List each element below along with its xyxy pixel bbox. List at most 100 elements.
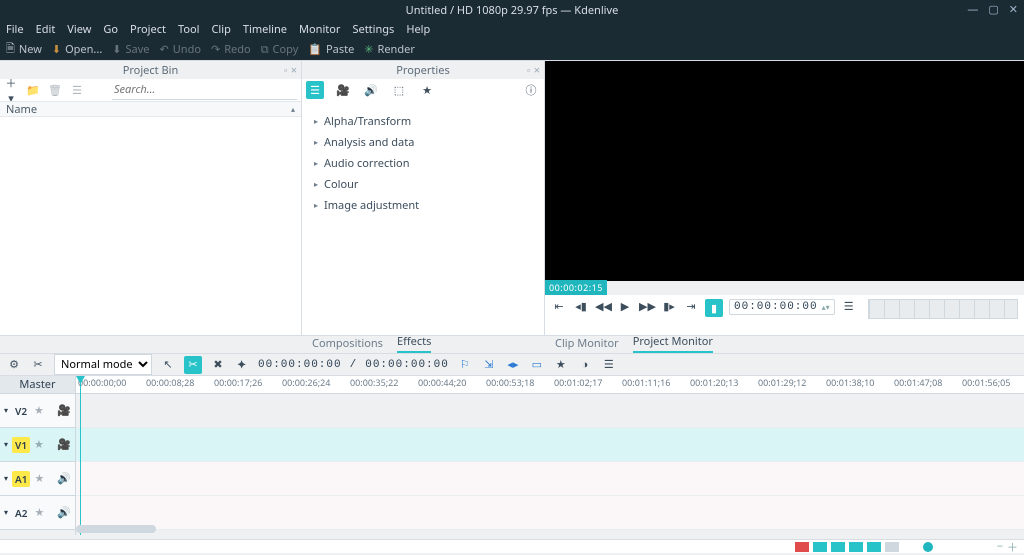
effects-main-button[interactable]: ☰ [306, 81, 324, 99]
effects-cat[interactable]: Colour [312, 174, 534, 195]
mon-step-back-icon[interactable]: ◂▮ [573, 299, 589, 314]
audio-effects-icon[interactable]: 🔊 [362, 81, 380, 99]
effects-tree[interactable]: Alpha/Transform Analysis and data Audio … [302, 101, 544, 335]
minimize-icon[interactable]: — [967, 2, 978, 17]
panel-close-icon[interactable]: × [534, 63, 540, 78]
status-chip[interactable] [831, 542, 845, 552]
spacer-tool-icon[interactable]: ✖ [210, 357, 226, 372]
save-button[interactable]: ⬇Save [112, 42, 149, 57]
menu-settings[interactable]: Settings [352, 22, 394, 37]
collapse-icon[interactable]: ▾ [4, 439, 8, 450]
close-icon[interactable]: ✕ [1009, 2, 1018, 17]
undo-button[interactable]: ↶Undo [160, 42, 201, 57]
menu-monitor[interactable]: Monitor [299, 22, 340, 37]
menu-go[interactable]: Go [103, 22, 118, 37]
sort-icon[interactable]: ▴ [291, 104, 295, 115]
undock-icon[interactable]: ◦ [284, 63, 288, 78]
favorite-effects-icon[interactable]: ★ [418, 81, 436, 99]
timeline-ruler[interactable]: 00:00:00;00 00:00:08;28 00:00:17;26 00:0… [76, 376, 1024, 394]
timeline-settings-icon[interactable]: ⚙ [6, 357, 22, 372]
status-chip-record[interactable] [795, 542, 809, 552]
collapse-icon[interactable]: ▾ [4, 405, 8, 416]
master-track-header[interactable]: Master [0, 376, 75, 394]
status-chip[interactable] [867, 542, 881, 552]
insert-icon[interactable]: ◂▸ [505, 357, 521, 372]
effects-cat[interactable]: Alpha/Transform [312, 111, 534, 132]
effects-cat[interactable]: Analysis and data [312, 132, 534, 153]
mon-end-icon[interactable]: ⇥ [683, 299, 699, 314]
zoom-in-icon[interactable]: ＋ [1007, 539, 1018, 555]
razor-tool-button[interactable]: ✂ [184, 356, 202, 374]
effects-cat[interactable]: Audio correction [312, 153, 534, 174]
render-button[interactable]: ✳Render [364, 42, 415, 57]
add-folder-button[interactable]: 📁 [26, 83, 40, 98]
list-icon[interactable]: ☰ [601, 357, 617, 372]
tab-project-monitor[interactable]: Project Monitor [633, 334, 713, 353]
bin-column-name[interactable]: Name [6, 102, 37, 117]
menu-file[interactable]: File [6, 22, 24, 37]
track-row-a1[interactable] [76, 462, 1024, 496]
fit-zoom-icon[interactable]: ⯌ [234, 357, 250, 372]
monitor-viewport[interactable]: 00:00:02:15 [545, 61, 1024, 281]
bin-search-input[interactable] [112, 80, 297, 100]
collapse-icon[interactable]: ▾ [4, 507, 8, 518]
maximize-icon[interactable]: ▢ [988, 2, 998, 17]
menu-timeline[interactable]: Timeline [243, 22, 287, 37]
new-button[interactable]: 🗎New [6, 40, 42, 59]
paste-button[interactable]: 📋Paste [308, 42, 354, 57]
speaker-icon[interactable]: 🔊 [57, 471, 71, 486]
track-header-v2[interactable]: ▾ V2 ★ 🎥 [0, 394, 75, 428]
timeline-body[interactable]: 00:00:00;00 00:00:08;28 00:00:17;26 00:0… [76, 376, 1024, 535]
track-header-v1[interactable]: ▾ V1 ★ 🎥 [0, 428, 75, 462]
menu-edit[interactable]: Edit [36, 22, 56, 37]
overwrite-icon[interactable]: ▭ [529, 357, 545, 372]
mon-rewind-icon[interactable]: ◀◀ [595, 299, 611, 314]
redo-button[interactable]: ↷Redo [211, 42, 251, 57]
align-icon[interactable]: ⇲ [481, 357, 497, 372]
mon-forward-icon[interactable]: ▶▶ [639, 299, 655, 314]
status-chip[interactable] [813, 542, 827, 552]
mon-zone-button[interactable]: ▮ [705, 299, 723, 317]
menu-project[interactable]: Project [130, 22, 166, 37]
mon-options-icon[interactable]: ☰ [841, 299, 857, 314]
delete-clip-button[interactable]: 🗑 [48, 83, 62, 98]
bin-options-button[interactable]: ☰ [70, 83, 84, 98]
favorite-tool-icon[interactable]: ★ [553, 357, 569, 372]
speaker-icon[interactable]: 🔊 [57, 505, 71, 520]
menu-view[interactable]: View [67, 22, 91, 37]
track-header-a2[interactable]: ▾ A2 ★ 🔊 [0, 496, 75, 530]
undock-icon[interactable]: ◦ [527, 63, 531, 78]
tab-compositions[interactable]: Compositions [312, 336, 383, 353]
edit-mode-select[interactable]: Normal mode [54, 354, 152, 375]
mute-icon[interactable]: ★ [34, 403, 44, 418]
video-effects-icon[interactable]: 🎥 [334, 81, 352, 99]
mon-rewind-start-icon[interactable]: ⇤ [551, 299, 567, 314]
mon-step-fwd-icon[interactable]: ▮▸ [661, 299, 677, 314]
mute-icon[interactable]: ★ [34, 471, 44, 486]
custom-effects-icon[interactable]: ⬚ [390, 81, 408, 99]
select-tool-icon[interactable]: ↖ [160, 357, 176, 372]
menu-help[interactable]: Help [406, 22, 430, 37]
panel-close-icon[interactable]: × [291, 63, 297, 78]
status-chip[interactable] [849, 542, 863, 552]
status-chip[interactable] [885, 542, 899, 552]
collapse-icon[interactable]: ▾ [4, 473, 8, 484]
timeline-scrollbar[interactable] [76, 525, 156, 533]
tab-clip-monitor[interactable]: Clip Monitor [555, 336, 619, 353]
track-row-a2[interactable] [76, 496, 1024, 530]
track-header-a1[interactable]: ▾ A1 ★ 🔊 [0, 462, 75, 496]
track-row-v1[interactable] [76, 428, 1024, 462]
camera-icon[interactable]: 🎥 [57, 403, 71, 418]
effects-cat[interactable]: Image adjustment [312, 195, 534, 216]
marker-icon[interactable]: ⚐ [457, 357, 473, 372]
preview-render-icon[interactable]: ◑ [577, 357, 593, 372]
zoom-out-icon[interactable]: − [997, 539, 1003, 554]
open-button[interactable]: ⬇Open... [52, 42, 102, 57]
camera-icon[interactable]: 🎥 [57, 437, 71, 452]
mute-icon[interactable]: ★ [34, 505, 44, 520]
copy-button[interactable]: ⧉Copy [261, 42, 299, 57]
bin-body[interactable] [0, 117, 301, 335]
menu-clip[interactable]: Clip [211, 22, 230, 37]
zoom-slider-handle[interactable] [923, 542, 933, 552]
menu-tool[interactable]: Tool [178, 22, 200, 37]
